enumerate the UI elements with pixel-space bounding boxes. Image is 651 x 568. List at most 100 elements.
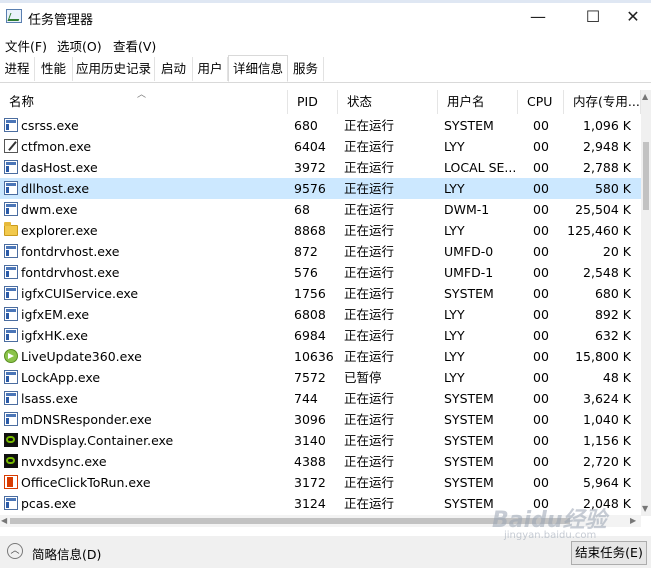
close-button[interactable]: ✕	[615, 3, 651, 33]
process-user: LOCAL SE...	[444, 160, 517, 175]
process-pid: 7572	[294, 370, 326, 385]
tab-performance[interactable]: 性能	[35, 57, 73, 81]
process-row[interactable]: LiveUpdate360.exe 10636 正在运行 LYY 00 15,800 K	[0, 346, 641, 367]
process-user: LYY	[444, 139, 465, 154]
tab-details[interactable]: 详细信息	[228, 55, 288, 82]
process-cpu: 00	[533, 328, 549, 343]
process-status: 正在运行	[344, 307, 395, 322]
process-row[interactable]: OfficeClickToRun.exe 3172 正在运行 SYSTEM 00 5,96…	[0, 472, 641, 493]
column-header-name[interactable]: 名称	[0, 90, 288, 114]
process-row[interactable]: NVDisplay.Container.exe 3140 正在运行 SYSTEM 00 1…	[0, 430, 641, 451]
maximize-button[interactable]: ☐	[570, 3, 616, 33]
vertical-scroll-thumb[interactable]	[643, 142, 649, 210]
column-header-status[interactable]: 状态	[338, 90, 438, 114]
process-user: SYSTEM	[444, 286, 494, 301]
column-header-user[interactable]: 用户名	[438, 90, 518, 114]
process-pid: 6808	[294, 307, 326, 322]
process-cpu: 00	[533, 202, 549, 217]
process-name: NVDisplay.Container.exe	[21, 433, 174, 448]
process-row[interactable]: nvxdsync.exe 4388 正在运行 SYSTEM 00 2,720 K	[0, 451, 641, 472]
scroll-up-icon[interactable]: ▲	[642, 92, 648, 101]
tab-startup[interactable]: 启动	[155, 57, 193, 81]
process-name: lsass.exe	[21, 391, 78, 406]
fewer-details-link[interactable]: 简略信息(D)	[32, 544, 101, 563]
process-pid: 576	[294, 265, 318, 280]
menu-view[interactable]: 查看(V)	[113, 36, 156, 55]
process-pid: 68	[294, 202, 310, 217]
end-task-button[interactable]: 结束任务(E)	[571, 541, 647, 565]
process-user: SYSTEM	[444, 433, 494, 448]
process-memory: 15,800 K	[575, 349, 631, 364]
window-title: 任务管理器	[28, 13, 94, 28]
exe-icon	[4, 286, 18, 300]
process-row[interactable]: dllhost.exe 9576 正在运行 LYY 00 580 K	[0, 178, 641, 199]
column-header-cpu[interactable]: CPU	[518, 90, 564, 114]
process-memory: 25,504 K	[575, 202, 631, 217]
exe-icon	[4, 265, 18, 279]
process-user: LYY	[444, 370, 465, 385]
exe-icon	[4, 307, 18, 321]
process-user: LYY	[444, 307, 465, 322]
process-cpu: 00	[533, 244, 549, 259]
process-cpu: 00	[533, 118, 549, 133]
exe-icon	[4, 496, 18, 510]
process-memory: 1,040 K	[583, 412, 631, 427]
process-pid: 4388	[294, 454, 326, 469]
process-status: 正在运行	[344, 433, 395, 448]
process-memory: 580 K	[594, 181, 631, 196]
process-memory: 680 K	[594, 286, 631, 301]
tab-users[interactable]: 用户	[193, 57, 228, 81]
process-status: 正在运行	[344, 391, 395, 406]
process-memory: 1,156 K	[583, 433, 631, 448]
menu-options[interactable]: 选项(O)	[57, 36, 102, 55]
process-status: 正在运行	[344, 349, 395, 364]
tab-services[interactable]: 服务	[288, 57, 324, 81]
process-pid: 3972	[294, 160, 326, 175]
process-row[interactable]: ctfmon.exe 6404 正在运行 LYY 00 2,948 K	[0, 136, 641, 157]
menu-bar: 文件(F) 选项(O) 查看(V)	[0, 34, 651, 54]
process-row[interactable]: explorer.exe 8868 正在运行 LYY 00 125,460 K	[0, 220, 641, 241]
exe-icon	[4, 412, 18, 426]
column-header-pid[interactable]: PID	[288, 90, 338, 114]
process-row[interactable]: dasHost.exe 3972 正在运行 LOCAL SE... 00 2,788 K	[0, 157, 641, 178]
scroll-left-icon[interactable]: ◀	[1, 516, 7, 525]
column-header-memory[interactable]: 内存(专用...	[564, 90, 641, 114]
watermark-sub-text: jingyan.baidu.com	[504, 530, 597, 541]
process-status: 正在运行	[344, 139, 395, 154]
process-row[interactable]: igfxCUIService.exe 1756 正在运行 SYSTEM 00 680 K	[0, 283, 641, 304]
process-user: LYY	[444, 349, 465, 364]
process-row[interactable]: igfxHK.exe 6984 正在运行 LYY 00 632 K	[0, 325, 641, 346]
tab-processes[interactable]: 进程	[0, 57, 35, 81]
process-row[interactable]: fontdrvhost.exe 576 正在运行 UMFD-1 00 2,548 K	[0, 262, 641, 283]
process-name: igfxHK.exe	[21, 328, 88, 343]
process-cpu: 00	[533, 160, 549, 175]
process-name: csrss.exe	[21, 118, 79, 133]
process-status: 正在运行	[344, 496, 395, 511]
vertical-scrollbar[interactable]: ▲ ▼	[641, 90, 651, 516]
process-cpu: 00	[533, 286, 549, 301]
process-user: UMFD-0	[444, 244, 494, 259]
process-row[interactable]: fontdrvhost.exe 872 正在运行 UMFD-0 00 20 K	[0, 241, 641, 262]
process-row[interactable]: dwm.exe 68 正在运行 DWM-1 00 25,504 K	[0, 199, 641, 220]
folder-icon	[4, 222, 18, 236]
process-name: igfxEM.exe	[21, 307, 90, 322]
minimize-button[interactable]: —	[515, 3, 561, 33]
process-row[interactable]: lsass.exe 744 正在运行 SYSTEM 00 3,624 K	[0, 388, 641, 409]
process-list: csrss.exe 680 正在运行 SYSTEM 00 1,096 K ctfmon.ex…	[0, 115, 641, 514]
scroll-down-icon[interactable]: ▼	[642, 504, 648, 513]
process-row[interactable]: mDNSResponder.exe 3096 正在运行 SYSTEM 00 1,040 K	[0, 409, 641, 430]
process-cpu: 00	[533, 265, 549, 280]
tab-app-history[interactable]: 应用历史记录	[73, 57, 155, 81]
process-row[interactable]: igfxEM.exe 6808 正在运行 LYY 00 892 K	[0, 304, 641, 325]
process-cpu: 00	[533, 307, 549, 322]
process-status: 已暂停	[344, 370, 382, 385]
process-memory: 48 K	[602, 370, 631, 385]
process-row[interactable]: csrss.exe 680 正在运行 SYSTEM 00 1,096 K	[0, 115, 641, 136]
process-pid: 3172	[294, 475, 326, 490]
process-memory: 20 K	[602, 244, 631, 259]
horizontal-scroll-thumb[interactable]	[10, 518, 570, 524]
process-row[interactable]: LockApp.exe 7572 已暂停 LYY 00 48 K	[0, 367, 641, 388]
menu-file[interactable]: 文件(F)	[5, 36, 47, 55]
task-manager-icon	[6, 9, 22, 23]
chevron-up-icon[interactable]: ︿	[7, 543, 23, 559]
